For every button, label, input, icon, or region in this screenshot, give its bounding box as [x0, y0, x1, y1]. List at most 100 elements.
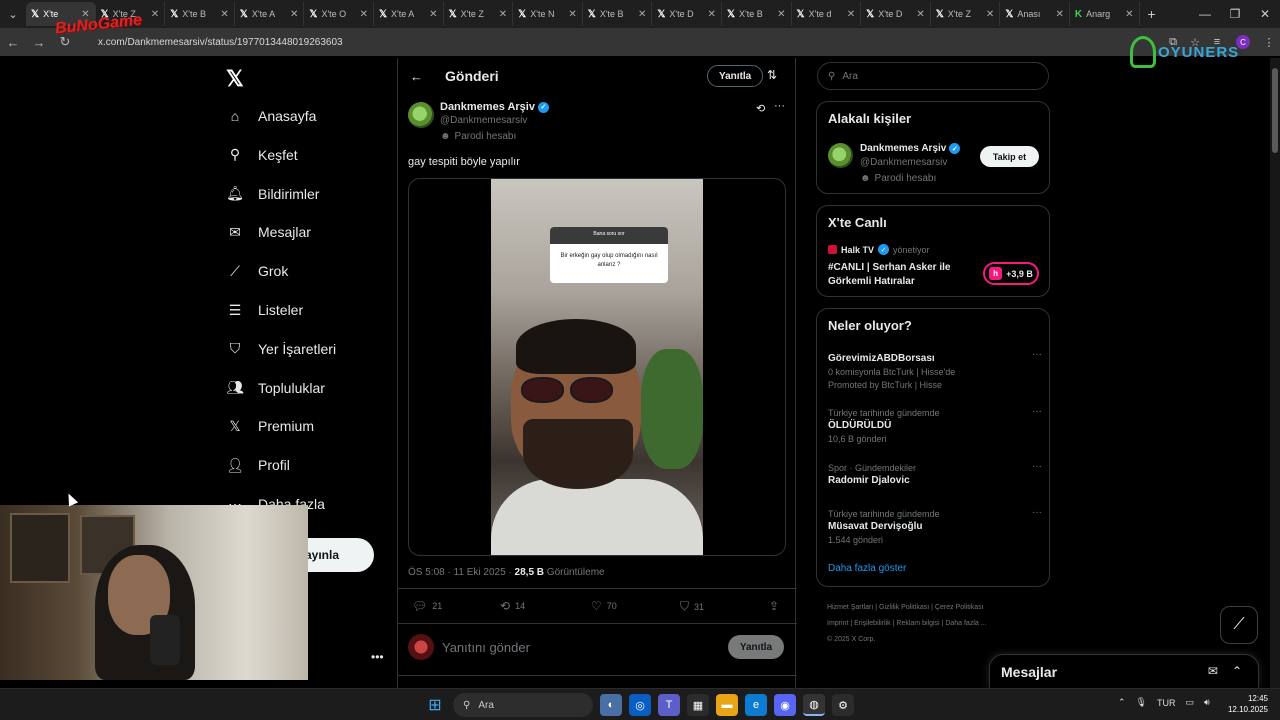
browser-tab[interactable]: 𝕏 X'te B ✕	[583, 2, 653, 26]
footer-link[interactable]: © 2025 X Corp.	[827, 636, 875, 643]
browser-tab[interactable]: 𝕏 X'te A ✕	[235, 2, 305, 26]
nav-item[interactable]: ⟋ Grok	[226, 259, 288, 283]
trend-more-icon[interactable]: ···	[1032, 461, 1042, 472]
like-action[interactable]: ♡ 70	[591, 599, 617, 613]
author-name[interactable]: Dankmemes Arşiv	[440, 101, 535, 113]
widgets-icon[interactable]: ◐	[600, 694, 622, 716]
close-tab-icon[interactable]: ✕	[360, 9, 368, 20]
back-icon[interactable]: ←	[0, 35, 26, 50]
trend-item[interactable]: Spor · Gündemdekiler Radomir Djalovic ···	[828, 461, 1042, 486]
post-timestamp[interactable]: ÖS 5:08 · 11 Eki 2025 ·	[408, 567, 515, 578]
nav-item[interactable]: ⚲ Keşfet	[226, 143, 298, 167]
nav-item[interactable]: ☰ Listeler	[226, 298, 303, 322]
language-indicator[interactable]: TUR	[1157, 698, 1176, 708]
grok-fab-icon[interactable]: ⟋	[1220, 606, 1258, 644]
relevant-name-row[interactable]: Dankmemes Arşiv ✓	[860, 143, 961, 154]
show-more-link[interactable]: Daha fazla göster	[828, 563, 906, 574]
new-message-icon[interactable]: ✉	[1208, 664, 1218, 678]
tray-chevron-icon[interactable]: ⌃	[1118, 697, 1126, 708]
trend-item[interactable]: Türkiye tarihinde gündemde ÖLDÜRÜLDÜ 10,6 …	[828, 406, 1042, 444]
messages-drawer[interactable]: Mesajlar ✉ ⌃	[989, 654, 1259, 688]
reply-settings-icon[interactable]: ⇅	[767, 68, 777, 82]
forward-icon[interactable]: →	[26, 35, 52, 50]
maximize-button[interactable]: ❐	[1220, 7, 1250, 21]
trend-more-icon[interactable]: ···	[1032, 507, 1042, 518]
author-name-row[interactable]: Dankmemes Arşiv ✓	[440, 101, 549, 113]
close-tab-icon[interactable]: ✕	[638, 9, 646, 20]
close-tab-icon[interactable]: ✕	[777, 9, 785, 20]
browser-tab[interactable]: 𝕏 X'te D ✕	[861, 2, 931, 26]
header-reply-button[interactable]: Yanıtla	[707, 65, 764, 87]
close-tab-icon[interactable]: ✕	[986, 9, 994, 20]
post-video[interactable]: Bana soru sor Bir erkeğin gay olup olmad…	[408, 178, 786, 556]
nav-item[interactable]: 👤︎ Profil	[226, 453, 290, 477]
tab-list-button[interactable]: ⌄	[0, 0, 26, 28]
system-clock[interactable]: 12:45 12.10.2025	[1226, 693, 1268, 715]
nav-item[interactable]: 🔔︎ Bildirimler	[226, 182, 319, 206]
network-icon[interactable]: ▭	[1185, 697, 1194, 708]
account-more-icon[interactable]: •••	[371, 650, 384, 664]
browser-menu-icon[interactable]: ⋮	[1258, 36, 1280, 49]
new-tab-button[interactable]: +	[1140, 6, 1164, 22]
trend-more-icon[interactable]: ···	[1032, 349, 1042, 360]
browser-tab[interactable]: 𝕏 X'te Z ✕	[444, 2, 514, 26]
discord-icon[interactable]: ◉	[774, 694, 796, 716]
browser-tab[interactable]: 𝕏 X'te Z ✕	[931, 2, 1001, 26]
browser-tab[interactable]: 𝕏 X'te A ✕	[374, 2, 444, 26]
footer-link[interactable]: Çerez Politikası	[935, 604, 984, 611]
user-avatar[interactable]	[408, 634, 434, 660]
footer-link[interactable]: Gizlilik Politikası	[879, 604, 929, 611]
follow-button[interactable]: Takip et	[980, 146, 1039, 167]
close-tab-icon[interactable]: ✕	[708, 9, 716, 20]
settings-gear-icon[interactable]: ⚙	[832, 694, 854, 716]
author-handle[interactable]: @Dankmemesarsiv	[440, 115, 527, 126]
page-scrollbar[interactable]	[1270, 58, 1280, 688]
close-tab-icon[interactable]: ✕	[1125, 9, 1133, 20]
footer-link[interactable]: Erişilebilirlik	[854, 620, 891, 627]
post-more-icon[interactable]: ···	[774, 100, 785, 112]
close-tab-icon[interactable]: ✕	[1056, 9, 1064, 20]
nav-item[interactable]: ✉ Mesajlar	[226, 220, 311, 244]
reply-input[interactable]: Yanıtını gönder	[442, 640, 530, 655]
search-input[interactable]: ⚲ Ara	[817, 62, 1049, 90]
reply-submit-button[interactable]: Yanıtla	[728, 635, 784, 659]
file-explorer-icon[interactable]: ▬	[716, 694, 738, 716]
close-tab-icon[interactable]: ✕	[220, 9, 228, 20]
relevant-avatar[interactable]	[828, 143, 853, 168]
expand-drawer-icon[interactable]: ⌃	[1232, 664, 1242, 678]
close-tab-icon[interactable]: ✕	[499, 9, 507, 20]
close-tab-icon[interactable]: ✕	[916, 9, 924, 20]
live-stream-title[interactable]: #CANLI | Serhan Asker ile Görkemli Hatır…	[828, 261, 978, 289]
browser-tab[interactable]: 𝕏 X'te D ✕	[652, 2, 722, 26]
relevant-handle[interactable]: @Dankmemesarsiv	[860, 157, 947, 168]
grok-explain-icon[interactable]: ⟲	[756, 102, 765, 115]
video-frame[interactable]: Bana soru sor Bir erkeğin gay olup olmad…	[491, 179, 703, 555]
browser-tab[interactable]: 𝕏 X'te B ✕	[722, 2, 792, 26]
bookmark-action[interactable]: ⛉ 31	[680, 599, 704, 614]
taskbar-search[interactable]: ⚲ Ara	[453, 693, 593, 717]
close-tab-icon[interactable]: ✕	[290, 9, 298, 20]
scrollbar-thumb[interactable]	[1272, 68, 1278, 153]
relevant-name[interactable]: Dankmemes Arşiv	[860, 143, 946, 154]
trend-more-icon[interactable]: ···	[1032, 406, 1042, 417]
edge-icon[interactable]: e	[745, 694, 767, 716]
store-icon[interactable]: ▦	[687, 694, 709, 716]
close-tab-icon[interactable]: ✕	[568, 9, 576, 20]
x-logo-icon[interactable]: 𝕏	[226, 66, 244, 92]
footer-link[interactable]: Reklam bilgisi	[896, 620, 939, 627]
reply-action[interactable]: 💬︎ 21	[412, 599, 442, 613]
close-window-button[interactable]: ✕	[1250, 7, 1280, 21]
browser-tab[interactable]: 𝕏 X'te O ✕	[304, 2, 374, 26]
repost-action[interactable]: ⟲ 14	[500, 599, 525, 613]
live-listeners-badge[interactable]: h +3,9 B	[983, 262, 1039, 285]
teams-icon[interactable]: T	[658, 694, 680, 716]
volume-icon[interactable]: 🔊︎	[1204, 697, 1210, 708]
browser-tab[interactable]: 𝕏 Anası ✕	[1000, 2, 1070, 26]
footer-link[interactable]: Hizmet Şartları	[827, 604, 873, 611]
browser-tab[interactable]: K Anarg ✕	[1070, 2, 1140, 26]
share-action[interactable]: ⇪	[769, 599, 779, 613]
browser-tab[interactable]: 𝕏 X'te d ✕	[792, 2, 862, 26]
nav-item[interactable]: 𝕏 Premium	[226, 414, 314, 438]
nav-item[interactable]: ⌂ Anasayfa	[226, 104, 317, 128]
nav-item[interactable]: 👥︎ Topluluklar	[226, 376, 325, 400]
